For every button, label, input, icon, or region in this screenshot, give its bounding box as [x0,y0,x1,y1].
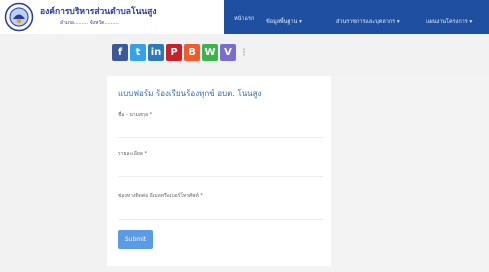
nav-item-basic-info[interactable]: ข้อมูลพื้นฐาน ▾ [266,18,302,26]
more-icon[interactable]: ⋮ [238,44,250,61]
nav-item-projects[interactable]: แผนงานโครงการ ▾ [426,18,472,26]
viber-icon[interactable]: V [220,44,236,61]
complaint-form-panel: แบบฟอร์ม ร้องเรียนร้องทุกข์ อบต. โนนสูง … [107,76,331,266]
organization-name[interactable]: องค์การบริหารส่วนตำบลโนนสูง [40,4,157,18]
form-title: แบบฟอร์ม ร้องเรียนร้องทุกข์ อบต. โนนสูง [118,89,262,98]
blogger-icon[interactable]: B [184,44,200,61]
page-background-right [331,76,489,272]
twitter-icon[interactable]: t [130,44,146,61]
contact-field-label: ช่องทางติดต่อ อีเมลหรือเบอร์โทรศัพท์ * [118,193,203,199]
site-header: องค์การบริหารส่วนตำบลโนนสูง อำเภอ.......… [0,0,489,34]
details-field-label: รายละเอียด * [118,151,148,157]
facebook-icon[interactable]: f [112,44,128,61]
main-navbar: หน้าแรก ข้อมูลพื้นฐาน ▾ ส่วนราชการและบุค… [224,0,489,34]
linkedin-icon[interactable]: in [148,44,164,61]
organization-subtitle: อำเภอ......... จังหวัด......... [60,20,119,26]
name-field-label: ชื่อ - นามสกุล * [118,112,153,118]
organization-logo-icon[interactable] [4,2,34,32]
social-share-bar: f t in P B W V ⋮ [112,44,250,61]
submit-button[interactable]: Submit [118,230,153,249]
nav-item-departments[interactable]: ส่วนราชการและบุคลากร ▾ [336,18,400,26]
details-field[interactable] [118,163,323,177]
contact-field[interactable] [118,206,323,220]
name-field[interactable] [118,124,323,138]
whatsapp-icon[interactable]: W [202,44,218,61]
pinterest-icon[interactable]: P [166,44,182,61]
nav-item-home[interactable]: หน้าแรก [234,15,254,23]
